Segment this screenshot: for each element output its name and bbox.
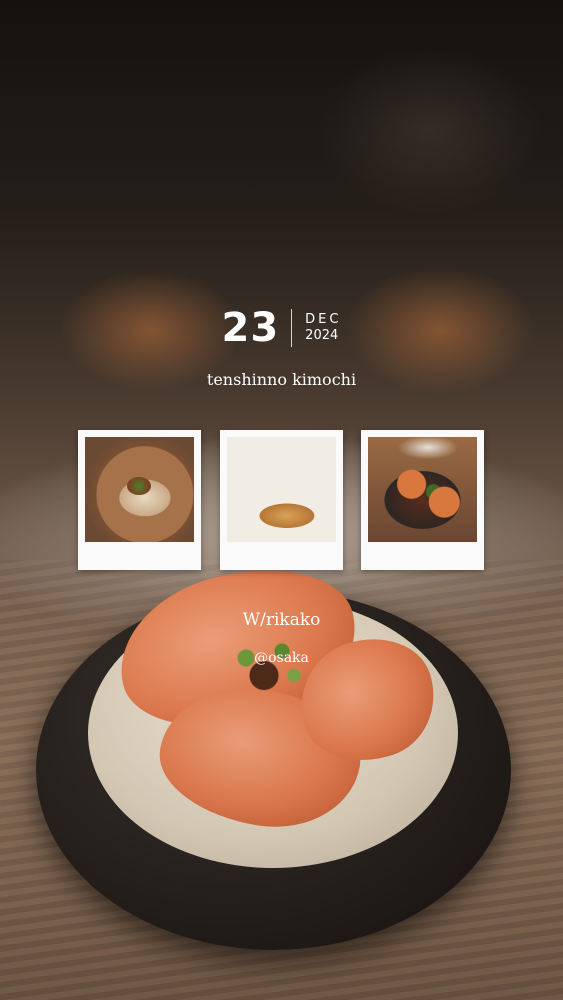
polaroid-photo[interactable] xyxy=(361,430,484,570)
story-canvas: 23 DEC 2024 tenshinno kimochi W/rikako @… xyxy=(0,0,563,1000)
gyoza-plate-photo xyxy=(227,437,336,542)
date-day: 23 xyxy=(221,305,280,351)
dumpling-steamer-photo xyxy=(85,437,194,542)
date-month: DEC xyxy=(305,312,342,327)
date-year: 2024 xyxy=(305,328,339,343)
date-month-year: DEC 2024 xyxy=(305,312,341,344)
polaroid-photo[interactable] xyxy=(220,430,343,570)
date-divider xyxy=(291,309,293,347)
location-tag[interactable]: @osaka xyxy=(0,650,563,666)
companion-tag[interactable]: W/rikako xyxy=(0,610,563,630)
polaroid-photo[interactable] xyxy=(78,430,201,570)
fried-dumplings-photo xyxy=(368,437,477,542)
date-stamp: 23 DEC 2024 xyxy=(0,305,563,351)
story-title: tenshinno kimochi xyxy=(206,370,357,389)
